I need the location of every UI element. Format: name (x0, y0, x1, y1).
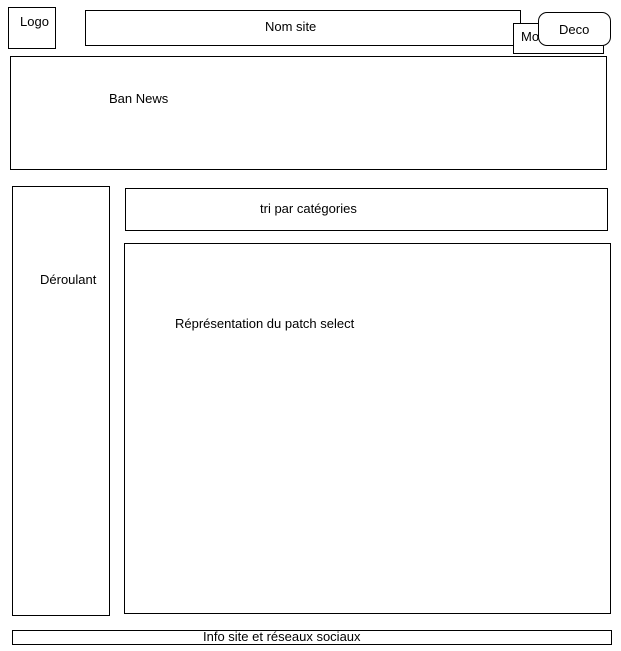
logo-text: Logo (20, 14, 49, 29)
footer: Info site et réseaux sociaux (12, 630, 612, 645)
news-banner[interactable]: Ban News (10, 56, 607, 170)
patch-view-panel: Réprésentation du patch select (124, 243, 611, 614)
category-sort-bar[interactable]: tri par catégories (125, 188, 608, 231)
logout-button[interactable]: Deco (538, 12, 611, 46)
footer-label: Info site et réseaux sociaux (203, 629, 361, 644)
category-sort-label: tri par catégories (260, 201, 357, 216)
patch-view-label: Réprésentation du patch select (175, 316, 355, 331)
logo[interactable]: Logo (8, 7, 56, 49)
site-name-bar: Nom site Mon Compte (85, 10, 604, 54)
news-banner-label: Ban News (109, 91, 169, 106)
dropdown-sidebar[interactable]: Déroulant (12, 186, 110, 616)
dropdown-label: Déroulant (40, 272, 97, 287)
logout-label: Deco (559, 22, 590, 37)
site-name: Nom site (265, 19, 317, 34)
